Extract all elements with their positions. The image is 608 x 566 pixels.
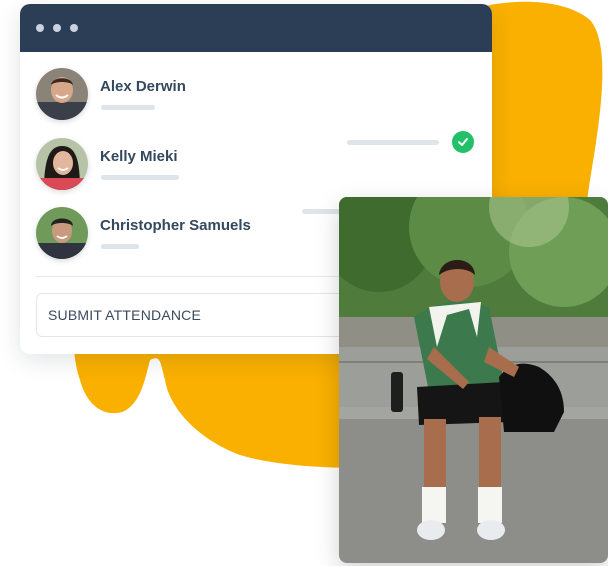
attendance-row-kelly[interactable]: Kelly Mieki [20, 138, 492, 222]
avatar [36, 138, 88, 190]
student-name: Alex Derwin [100, 78, 186, 95]
avatar [36, 68, 88, 120]
student-subline [101, 105, 155, 110]
student-subline [101, 244, 139, 249]
student-name: Christopher Samuels [100, 217, 251, 234]
avatar [36, 207, 88, 259]
student-subline [101, 175, 179, 180]
window-dot-icon [36, 24, 44, 32]
window-titlebar [20, 4, 492, 52]
student-name: Kelly Mieki [100, 148, 178, 165]
student-photo [339, 197, 608, 563]
window-dot-icon [70, 24, 78, 32]
window-dot-icon [53, 24, 61, 32]
attendance-row-alex[interactable]: Alex Derwin [20, 68, 492, 153]
